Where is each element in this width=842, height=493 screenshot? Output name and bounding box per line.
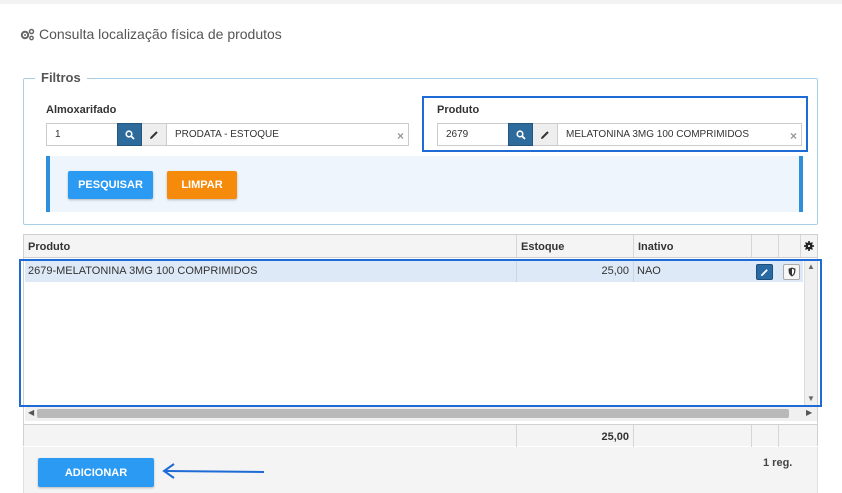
produto-field: 2679 MELATONINA 3MG 100 COMPRIMIDOS × (437, 123, 802, 146)
footer-total-estoque: 25,00 (601, 431, 629, 443)
produto-code-input[interactable]: 2679 (437, 123, 508, 146)
record-count: 1 reg. (763, 457, 793, 469)
column-header-produto[interactable]: Produto (28, 241, 70, 253)
top-divider (0, 0, 842, 4)
page-title-text: Consulta localização física de produtos (39, 26, 282, 42)
column-divider (778, 425, 779, 447)
column-header-inativo[interactable]: Inativo (638, 241, 673, 253)
horizontal-scroll-thumb[interactable] (37, 409, 789, 418)
column-divider (633, 235, 634, 258)
column-divider (751, 425, 752, 447)
pencil-icon (541, 130, 549, 139)
column-divider (516, 425, 517, 447)
filters-legend: Filtros (35, 70, 87, 85)
produto-label: Produto (437, 104, 480, 116)
column-divider (778, 235, 779, 258)
produto-clear-icon[interactable]: × (790, 129, 797, 143)
column-divider (633, 425, 634, 447)
almoxarifado-code-input[interactable]: 1 (46, 123, 117, 146)
gear-icon[interactable] (804, 241, 814, 251)
almoxarifado-description-input[interactable]: PRODATA - ESTOQUE × (167, 123, 409, 146)
search-icon (515, 129, 526, 140)
almoxarifado-clear-icon[interactable]: × (397, 129, 404, 143)
grid-header: Produto Estoque Inativo (24, 235, 817, 258)
gears-icon (20, 28, 35, 40)
almoxarifado-search-button[interactable] (117, 123, 142, 146)
column-divider (800, 235, 801, 258)
pencil-icon (150, 130, 158, 139)
limpar-button[interactable]: LIMPAR (167, 171, 237, 199)
adicionar-button[interactable]: ADICIONAR (38, 458, 154, 487)
search-icon (124, 129, 135, 140)
page-title: Consulta localização física de produtos (20, 26, 282, 42)
produto-description-input[interactable]: MELATONINA 3MG 100 COMPRIMIDOS × (558, 123, 802, 146)
scroll-left-icon[interactable]: ◀ (28, 408, 34, 417)
column-divider (751, 235, 752, 258)
pesquisar-button[interactable]: PESQUISAR (68, 171, 153, 199)
column-header-estoque[interactable]: Estoque (521, 241, 564, 253)
grid-footer: 25,00 (24, 424, 817, 447)
produto-description-text: MELATONINA 3MG 100 COMPRIMIDOS (566, 129, 750, 140)
produto-edit-button[interactable] (533, 123, 558, 146)
grid-row-highlight-box (19, 259, 822, 407)
filter-actions-bar (46, 156, 803, 212)
scroll-right-icon[interactable]: ▶ (806, 408, 812, 417)
horizontal-scrollbar[interactable]: ◀ ▶ (25, 406, 817, 421)
almoxarifado-field: 1 PRODATA - ESTOQUE × (46, 123, 409, 146)
almoxarifado-edit-button[interactable] (142, 123, 167, 146)
almoxarifado-description-text: PRODATA - ESTOQUE (175, 129, 279, 140)
column-divider (516, 235, 517, 258)
arrow-left-icon (162, 463, 265, 479)
produto-search-button[interactable] (508, 123, 533, 146)
almoxarifado-label: Almoxarifado (46, 104, 117, 116)
